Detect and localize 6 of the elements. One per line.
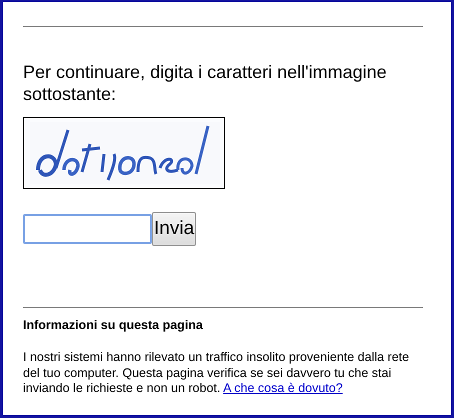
info-title: Informazioni su questa pagina xyxy=(23,318,204,333)
submit-button[interactable]: Invia xyxy=(152,212,196,246)
explanation-link[interactable]: A che cosa è dovuto? xyxy=(223,381,343,395)
answer-field[interactable] xyxy=(23,214,152,244)
prompt-text: Per continuare, digita i caratteri nell'immagine sottostante: xyxy=(23,61,388,105)
info-text: I nostri sistemi hanno rilevato un traffico insolito proveniente dalla rete del tuo computer. Questa pagina verifica se sei davvero tu che stai inviando le richieste e non un robot. A che cosa è dovuto? xyxy=(23,350,410,396)
